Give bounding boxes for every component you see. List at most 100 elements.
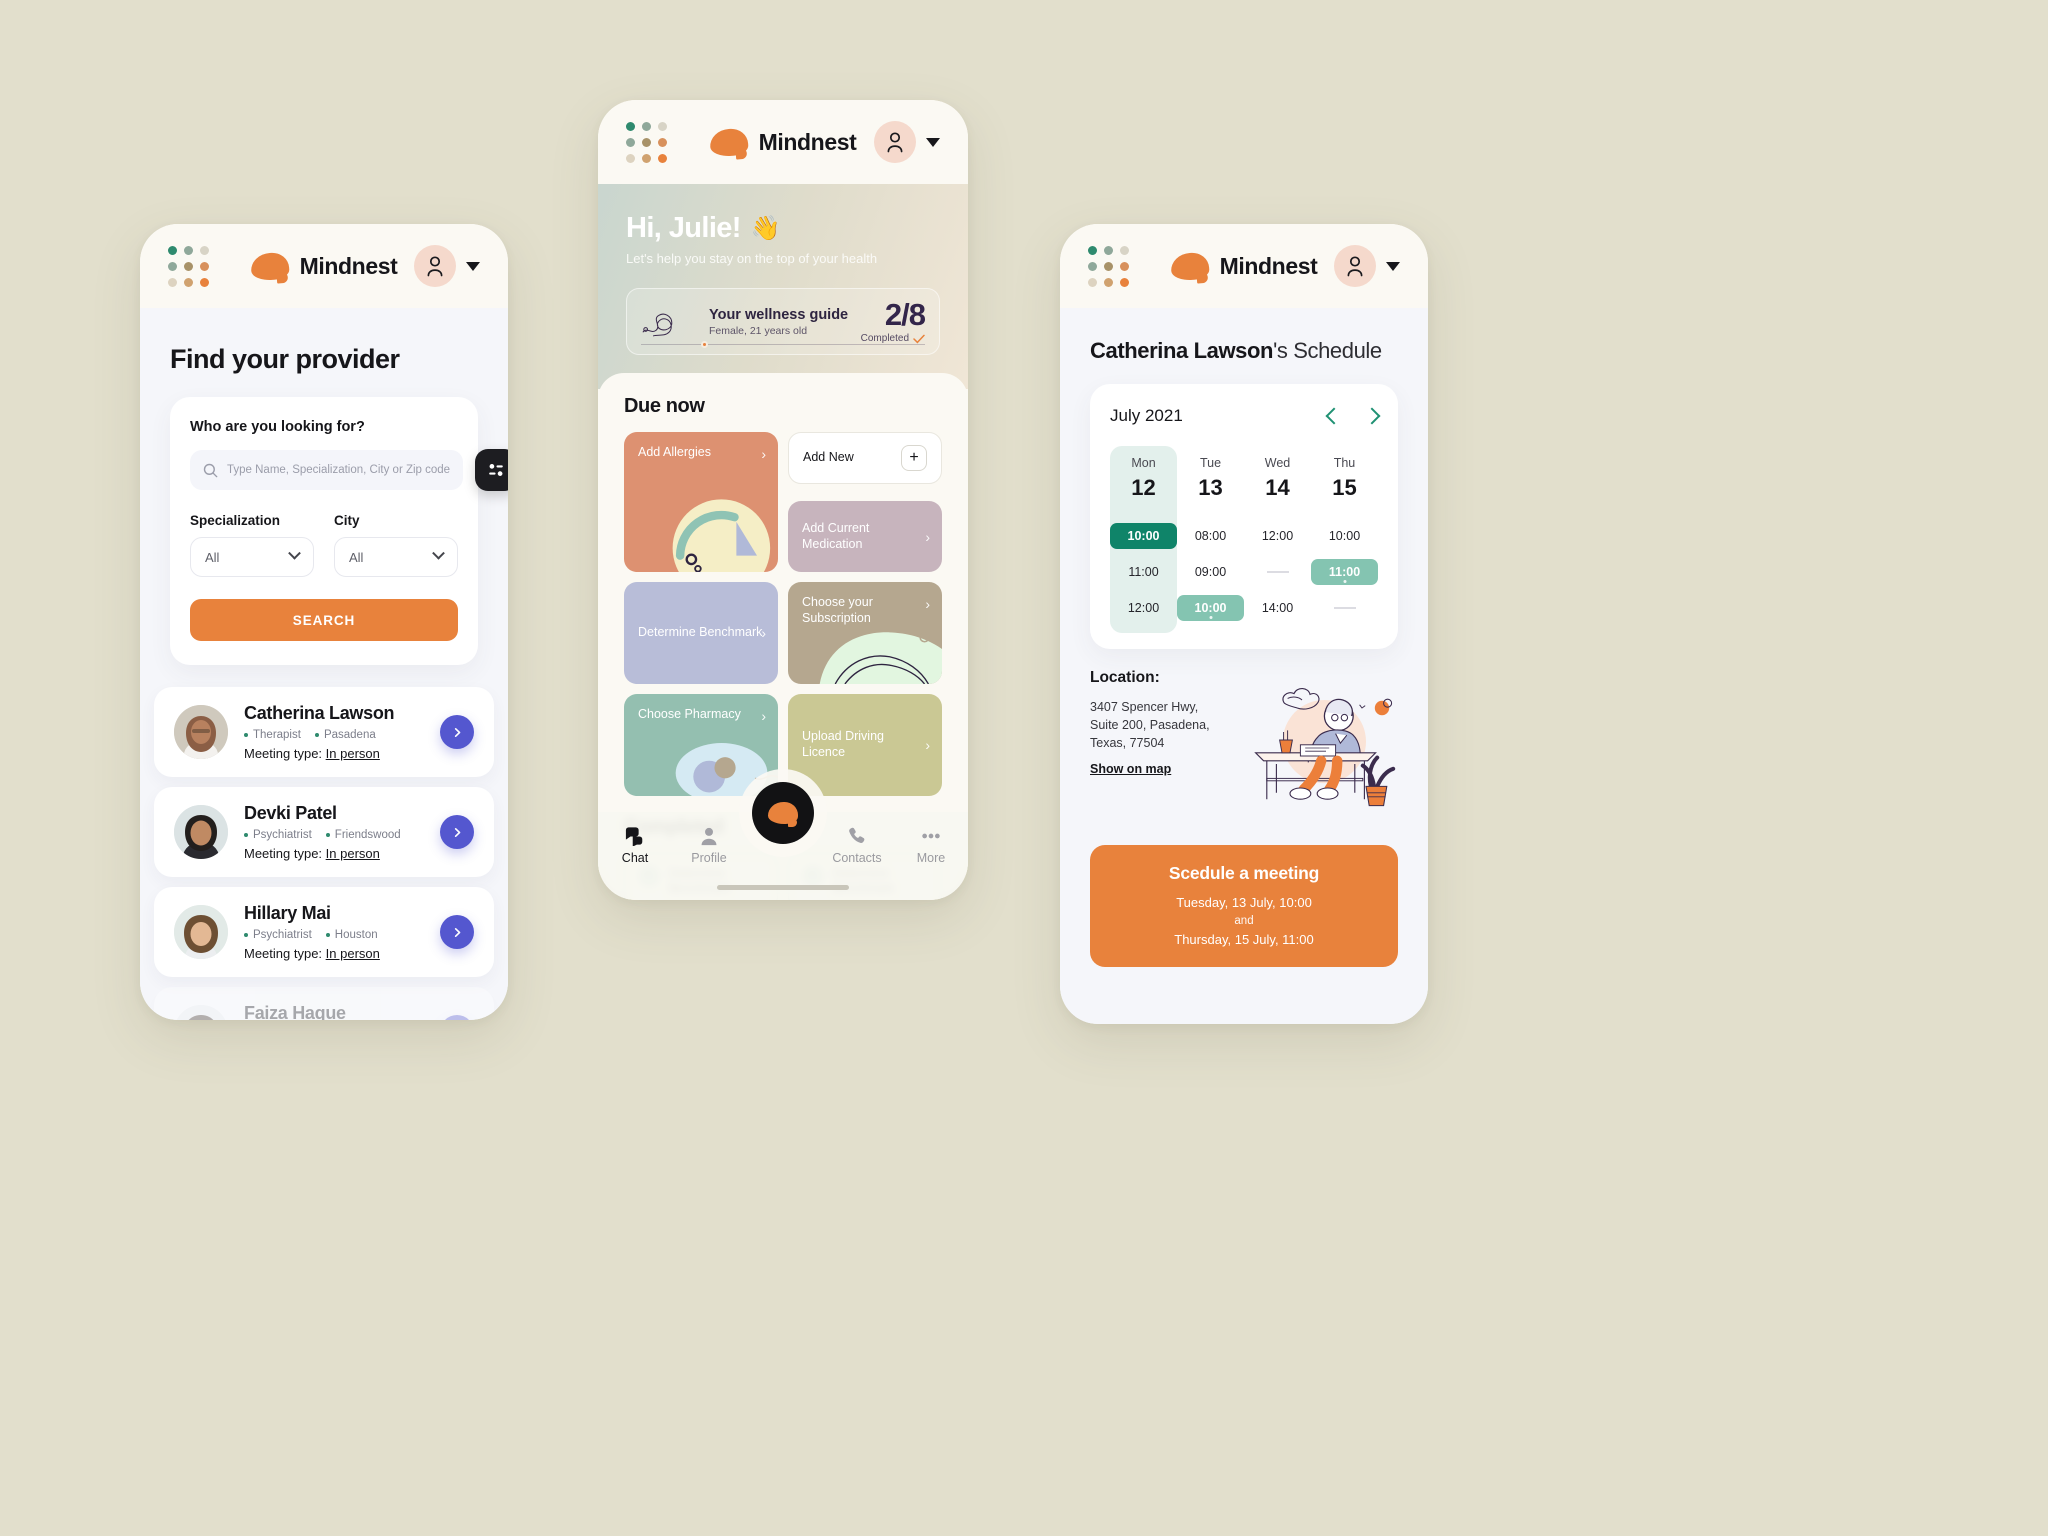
avatar: [174, 1005, 228, 1020]
user-avatar-icon[interactable]: [874, 121, 916, 163]
tile-determine-benchmark[interactable]: Determine Benchmark ›: [624, 582, 778, 684]
tile-label: Add Allergies: [638, 445, 711, 459]
calendar-day-wed[interactable]: Wed 14 12:00 14:00: [1244, 446, 1311, 633]
account-menu[interactable]: [1334, 245, 1400, 287]
chevron-right-icon[interactable]: [1363, 407, 1381, 425]
nav-item-chat[interactable]: Chat: [598, 826, 672, 865]
provider-list: Catherina Lawson Therapist Pasadena Meet…: [140, 687, 508, 1020]
search-button[interactable]: SEARCH: [190, 599, 458, 641]
nav-item-profile[interactable]: Profile: [672, 826, 746, 865]
due-now-grid: Add Allergies › Add New + Add Current Me…: [624, 432, 942, 796]
search-icon: [203, 463, 218, 477]
dot-grid-icon[interactable]: [1088, 245, 1129, 287]
provider-card[interactable]: Devki Patel Psychiatrist Friendswood Mee…: [154, 787, 494, 877]
calendar-day-thu[interactable]: Thu 15 10:00 11:00: [1311, 446, 1378, 633]
day-name: Wed: [1264, 456, 1291, 470]
provider-open-button[interactable]: [440, 915, 474, 949]
dot-grid-icon[interactable]: [168, 245, 209, 287]
provider-open-button[interactable]: [440, 815, 474, 849]
tile-upload-driving-licence[interactable]: Upload Driving Licence ›: [788, 694, 942, 796]
home-indicator: [717, 885, 849, 890]
tile-label: Choose Pharmacy: [638, 707, 741, 721]
caret-down-icon[interactable]: [466, 261, 480, 271]
specialization-select[interactable]: All: [190, 537, 314, 577]
provider-tags: Psychiatrist Houston: [244, 929, 380, 941]
filter-selects: Specialization All City All: [190, 513, 458, 577]
topbar-dashboard: Mindnest: [598, 100, 968, 184]
time-slot[interactable]: 10:00: [1311, 523, 1378, 549]
day-name: Tue: [1199, 456, 1222, 470]
tile-add-allergies[interactable]: Add Allergies ›: [624, 432, 778, 572]
person-at-desk-illustration: [1238, 669, 1398, 827]
day-name: Thu: [1333, 456, 1356, 470]
nav-label: Chat: [621, 851, 649, 865]
tile-add-new[interactable]: Add New +: [788, 432, 942, 484]
provider-card[interactable]: Catherina Lawson Therapist Pasadena Meet…: [154, 687, 494, 777]
time-slot[interactable]: 08:00: [1177, 523, 1244, 549]
blob-logo-icon: [708, 127, 749, 157]
ellipsis-icon: [922, 833, 940, 839]
provider-meeting: Meeting type: In person: [244, 946, 380, 961]
cta-line-1: Tuesday, 13 July, 10:00: [1176, 895, 1312, 910]
plus-icon[interactable]: +: [901, 445, 927, 471]
time-slot[interactable]: 10:00: [1110, 523, 1177, 549]
provider-open-button[interactable]: [440, 715, 474, 749]
schedule-meeting-button[interactable]: Scedule a meeting Tuesday, 13 July, 10:0…: [1090, 845, 1398, 967]
provider-card[interactable]: Faiza Haque Psychiatrist Pearland Meetin…: [154, 987, 494, 1020]
time-slot[interactable]: 11:00: [1311, 559, 1378, 585]
chevron-left-icon[interactable]: [1325, 407, 1343, 425]
fab-assistant-button[interactable]: [752, 782, 814, 844]
tile-choose-pharmacy[interactable]: Choose Pharmacy ›: [624, 694, 778, 796]
provider-name: Catherina Lawson: [244, 703, 395, 723]
city-filter: City All: [334, 513, 458, 577]
nav-item-contacts[interactable]: Contacts: [820, 826, 894, 865]
provider-info: Devki Patel Psychiatrist Friendswood Mee…: [244, 803, 401, 861]
time-slot[interactable]: 09:00: [1177, 559, 1244, 585]
time-slot[interactable]: 14:00: [1244, 595, 1311, 621]
tile-choose-subscription[interactable]: Choose your Subscription ›: [788, 582, 942, 684]
wellness-title: Your wellness guide: [709, 306, 849, 323]
calendar-day-mon[interactable]: Mon 12 10:00 11:00 12:00: [1110, 446, 1177, 633]
meeting-type-value[interactable]: In person: [326, 846, 380, 861]
location-title: Location:: [1090, 669, 1160, 686]
day-number: 14: [1265, 475, 1290, 500]
location-address: 3407 Spencer Hwy, Suite 200, Pasadena, T…: [1090, 700, 1210, 751]
due-now-title: Due now: [624, 395, 705, 417]
time-slot[interactable]: 12:00: [1244, 523, 1311, 549]
user-avatar-icon[interactable]: [414, 245, 456, 287]
time-slot[interactable]: 11:00: [1110, 559, 1177, 585]
chevron-right-icon: [454, 827, 460, 837]
provider-role: Psychiatrist: [244, 829, 312, 841]
calendar-month: July 2021: [1110, 406, 1183, 425]
time-slot[interactable]: 10:00: [1177, 595, 1244, 621]
provider-open-button[interactable]: [440, 1015, 474, 1020]
chevron-down-icon: [288, 546, 301, 560]
time-slot-empty: [1244, 559, 1311, 585]
provider-card[interactable]: Hillary Mai Psychiatrist Houston Meeting…: [154, 887, 494, 977]
account-menu[interactable]: [414, 245, 480, 287]
calendar-days: Mon 12 10:00 11:00 12:00 Tue 13 08:00 09…: [1110, 446, 1378, 633]
calendar-day-tue[interactable]: Tue 13 08:00 09:00 10:00: [1177, 446, 1244, 633]
phone-icon: [849, 827, 865, 843]
city-label: City: [334, 513, 360, 528]
account-menu[interactable]: [874, 121, 940, 163]
caret-down-icon[interactable]: [926, 137, 940, 147]
filter-sliders-icon[interactable]: [475, 449, 508, 491]
chat-bubbles-icon: [625, 827, 643, 846]
user-avatar-icon[interactable]: [1334, 245, 1376, 287]
meeting-type-value[interactable]: In person: [326, 746, 380, 761]
nav-item-more[interactable]: More: [894, 826, 968, 865]
provider-role: Therapist: [244, 729, 301, 741]
wellness-guide-card[interactable]: Your wellness guide Female, 21 years old…: [626, 288, 940, 355]
dot-grid-icon[interactable]: [626, 121, 667, 163]
time-slot[interactable]: 12:00: [1110, 595, 1177, 621]
chevron-right-icon: [454, 727, 460, 737]
city-select[interactable]: All: [334, 537, 458, 577]
provider-info: Hillary Mai Psychiatrist Houston Meeting…: [244, 903, 380, 961]
phone-schedule: Mindnest Catherina Lawson's Schedule Jul…: [1060, 224, 1428, 1024]
search-input[interactable]: Type Name, Specialization, City or Zip c…: [190, 450, 464, 490]
caret-down-icon[interactable]: [1386, 261, 1400, 271]
show-on-map-link[interactable]: Show on map: [1090, 762, 1171, 776]
meeting-type-value[interactable]: In person: [326, 946, 380, 961]
tile-add-current-medication[interactable]: Add Current Medication ›: [788, 501, 942, 572]
